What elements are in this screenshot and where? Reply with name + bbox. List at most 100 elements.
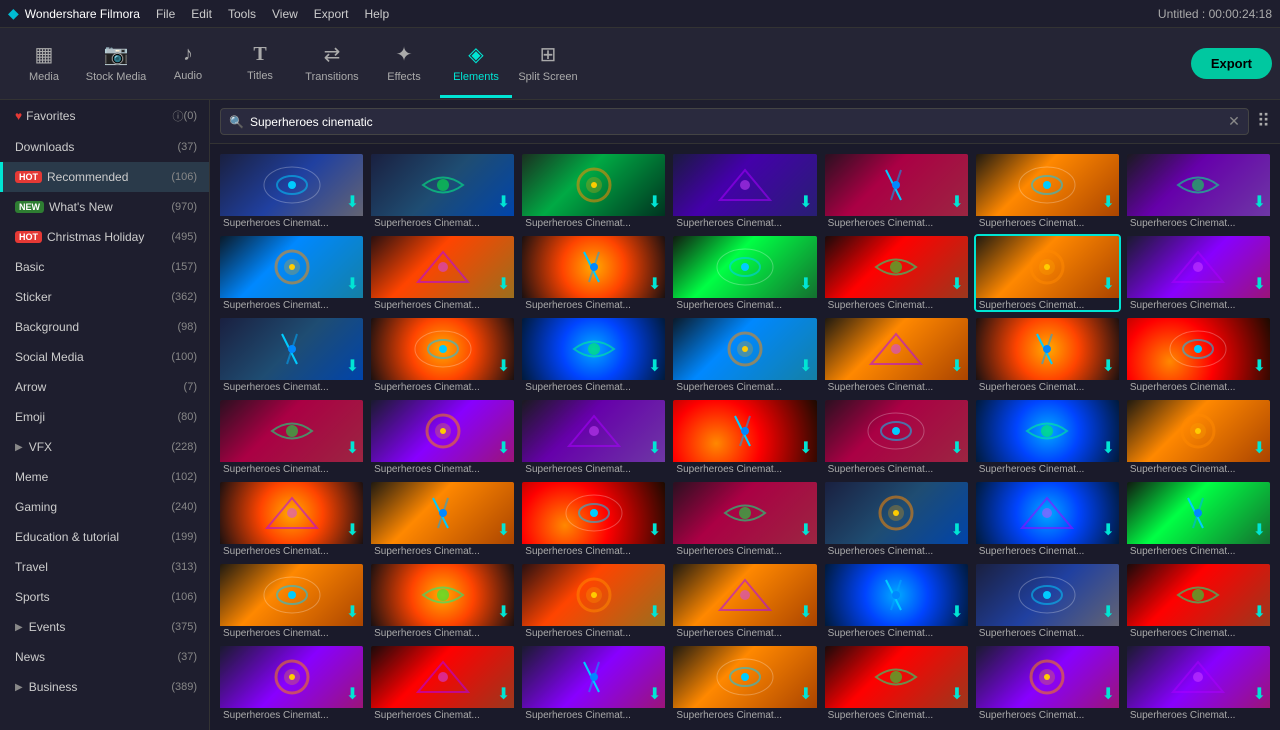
toolbar-titles[interactable]: T Titles xyxy=(224,30,296,98)
download-icon-7[interactable]: ⬇ xyxy=(1253,192,1266,212)
grid-item-18[interactable]: ⬇Superheroes Cinemat... xyxy=(671,316,818,394)
grid-item-4[interactable]: ⬇Superheroes Cinemat... xyxy=(671,152,818,230)
download-icon-18[interactable]: ⬇ xyxy=(799,356,812,376)
download-icon-3[interactable]: ⬇ xyxy=(648,192,661,212)
download-icon-37[interactable]: ⬇ xyxy=(497,602,510,622)
clear-search-icon[interactable]: ✕ xyxy=(1228,113,1240,130)
toolbar-stock-media[interactable]: 📷 Stock Media xyxy=(80,30,152,98)
grid-item-16[interactable]: ⬇Superheroes Cinemat... xyxy=(369,316,516,394)
grid-item-11[interactable]: ⬇Superheroes Cinemat... xyxy=(671,234,818,312)
grid-item-30[interactable]: ⬇Superheroes Cinemat... xyxy=(369,480,516,558)
grid-item-21[interactable]: ⬇Superheroes Cinemat... xyxy=(1125,316,1272,394)
grid-item-25[interactable]: ⬇Superheroes Cinemat... xyxy=(671,398,818,476)
grid-item-7[interactable]: ⬇Superheroes Cinemat... xyxy=(1125,152,1272,230)
download-icon-44[interactable]: ⬇ xyxy=(497,684,510,704)
download-icon-35[interactable]: ⬇ xyxy=(1253,520,1266,540)
toolbar-transitions[interactable]: ⇄ Transitions xyxy=(296,30,368,98)
download-icon-31[interactable]: ⬇ xyxy=(648,520,661,540)
grid-item-2[interactable]: ⬇Superheroes Cinemat... xyxy=(369,152,516,230)
download-icon-40[interactable]: ⬇ xyxy=(950,602,963,622)
grid-item-9[interactable]: ⬇Superheroes Cinemat... xyxy=(369,234,516,312)
grid-item-8[interactable]: ⬇Superheroes Cinemat... xyxy=(218,234,365,312)
sidebar-item-arrow[interactable]: Arrow (7) xyxy=(0,372,209,402)
download-icon-8[interactable]: ⬇ xyxy=(346,274,359,294)
sidebar-item-downloads[interactable]: Downloads (37) xyxy=(0,132,209,162)
download-icon-42[interactable]: ⬇ xyxy=(1253,602,1266,622)
download-icon-20[interactable]: ⬇ xyxy=(1101,356,1114,376)
sidebar-item-background[interactable]: Background (98) xyxy=(0,312,209,342)
download-icon-15[interactable]: ⬇ xyxy=(346,356,359,376)
grid-item-45[interactable]: ⬇Superheroes Cinemat... xyxy=(520,644,667,722)
download-icon-47[interactable]: ⬇ xyxy=(950,684,963,704)
download-icon-17[interactable]: ⬇ xyxy=(648,356,661,376)
download-icon-10[interactable]: ⬇ xyxy=(648,274,661,294)
grid-item-32[interactable]: ⬇Superheroes Cinemat... xyxy=(671,480,818,558)
grid-item-3[interactable]: ⬇Superheroes Cinemat... xyxy=(520,152,667,230)
grid-item-46[interactable]: ⬇Superheroes Cinemat... xyxy=(671,644,818,722)
grid-item-5[interactable]: ⬇Superheroes Cinemat... xyxy=(823,152,970,230)
grid-item-37[interactable]: ⬇Superheroes Cinemat... xyxy=(369,562,516,640)
grid-item-27[interactable]: ⬇Superheroes Cinemat... xyxy=(974,398,1121,476)
menu-edit[interactable]: Edit xyxy=(191,7,212,21)
download-icon-19[interactable]: ⬇ xyxy=(950,356,963,376)
grid-item-17[interactable]: ⬇Superheroes Cinemat... xyxy=(520,316,667,394)
search-input[interactable] xyxy=(250,115,1228,129)
grid-item-41[interactable]: ⬇Superheroes Cinemat... xyxy=(974,562,1121,640)
menu-file[interactable]: File xyxy=(156,7,175,21)
menu-tools[interactable]: Tools xyxy=(228,7,256,21)
grid-item-49[interactable]: ⬇Superheroes Cinemat... xyxy=(1125,644,1272,722)
sidebar-item-meme[interactable]: Meme (102) xyxy=(0,462,209,492)
sidebar-item-business[interactable]: ▶ Business (389) xyxy=(0,672,209,702)
sidebar-item-gaming[interactable]: Gaming (240) xyxy=(0,492,209,522)
sidebar-item-vfx[interactable]: ▶ VFX (228) xyxy=(0,432,209,462)
toolbar-effects[interactable]: ✦ Effects xyxy=(368,30,440,98)
sidebar-item-basic[interactable]: Basic (157) xyxy=(0,252,209,282)
download-icon-27[interactable]: ⬇ xyxy=(1101,438,1114,458)
download-icon-14[interactable]: ⬇ xyxy=(1253,274,1266,294)
download-icon-26[interactable]: ⬇ xyxy=(950,438,963,458)
menu-view[interactable]: View xyxy=(272,7,298,21)
menu-export[interactable]: Export xyxy=(314,7,349,21)
toolbar-elements[interactable]: ◈ Elements xyxy=(440,30,512,98)
download-icon-9[interactable]: ⬇ xyxy=(497,274,510,294)
download-icon-38[interactable]: ⬇ xyxy=(648,602,661,622)
grid-item-14[interactable]: ⬇Superheroes Cinemat... xyxy=(1125,234,1272,312)
grid-item-44[interactable]: ⬇Superheroes Cinemat... xyxy=(369,644,516,722)
toolbar-audio[interactable]: ♪ Audio xyxy=(152,30,224,98)
grid-item-19[interactable]: ⬇Superheroes Cinemat... xyxy=(823,316,970,394)
grid-item-24[interactable]: ⬇Superheroes Cinemat... xyxy=(520,398,667,476)
sidebar-item-christmas[interactable]: HOT Christmas Holiday (495) xyxy=(0,222,209,252)
sidebar-item-travel[interactable]: Travel (313) xyxy=(0,552,209,582)
download-icon-12[interactable]: ⬇ xyxy=(950,274,963,294)
download-icon-41[interactable]: ⬇ xyxy=(1101,602,1114,622)
grid-item-47[interactable]: ⬇Superheroes Cinemat... xyxy=(823,644,970,722)
download-icon-48[interactable]: ⬇ xyxy=(1101,684,1114,704)
download-icon-13[interactable]: ⬇ xyxy=(1101,274,1114,294)
grid-item-33[interactable]: ⬇Superheroes Cinemat... xyxy=(823,480,970,558)
download-icon-49[interactable]: ⬇ xyxy=(1253,684,1266,704)
download-icon-1[interactable]: ⬇ xyxy=(346,192,359,212)
menu-help[interactable]: Help xyxy=(364,7,389,21)
grid-item-22[interactable]: ⬇Superheroes Cinemat... xyxy=(218,398,365,476)
sidebar-item-favorites[interactable]: ♥ Favorites ⓘ (0) xyxy=(0,100,209,132)
sidebar-item-events[interactable]: ▶ Events (375) xyxy=(0,612,209,642)
download-icon-23[interactable]: ⬇ xyxy=(497,438,510,458)
sidebar-item-emoji[interactable]: Emoji (80) xyxy=(0,402,209,432)
download-icon-5[interactable]: ⬇ xyxy=(950,192,963,212)
grid-item-42[interactable]: ⬇Superheroes Cinemat... xyxy=(1125,562,1272,640)
grid-item-38[interactable]: ⬇Superheroes Cinemat... xyxy=(520,562,667,640)
sidebar-item-sticker[interactable]: Sticker (362) xyxy=(0,282,209,312)
sidebar-item-news[interactable]: News (37) xyxy=(0,642,209,672)
grid-item-13[interactable]: ⬇Superheroes Cinemat... xyxy=(974,234,1121,312)
sidebar-item-social-media[interactable]: Social Media (100) xyxy=(0,342,209,372)
grid-item-48[interactable]: ⬇Superheroes Cinemat... xyxy=(974,644,1121,722)
download-icon-6[interactable]: ⬇ xyxy=(1101,192,1114,212)
download-icon-2[interactable]: ⬇ xyxy=(497,192,510,212)
download-icon-34[interactable]: ⬇ xyxy=(1101,520,1114,540)
download-icon-22[interactable]: ⬇ xyxy=(346,438,359,458)
grid-item-15[interactable]: ⬇Superheroes Cinemat... xyxy=(218,316,365,394)
sidebar-item-recommended[interactable]: HOT Recommended (106) xyxy=(0,162,209,192)
favorites-info-icon[interactable]: ⓘ xyxy=(173,108,184,124)
toolbar-split-screen[interactable]: ⊞ Split Screen xyxy=(512,30,584,98)
download-icon-36[interactable]: ⬇ xyxy=(346,602,359,622)
